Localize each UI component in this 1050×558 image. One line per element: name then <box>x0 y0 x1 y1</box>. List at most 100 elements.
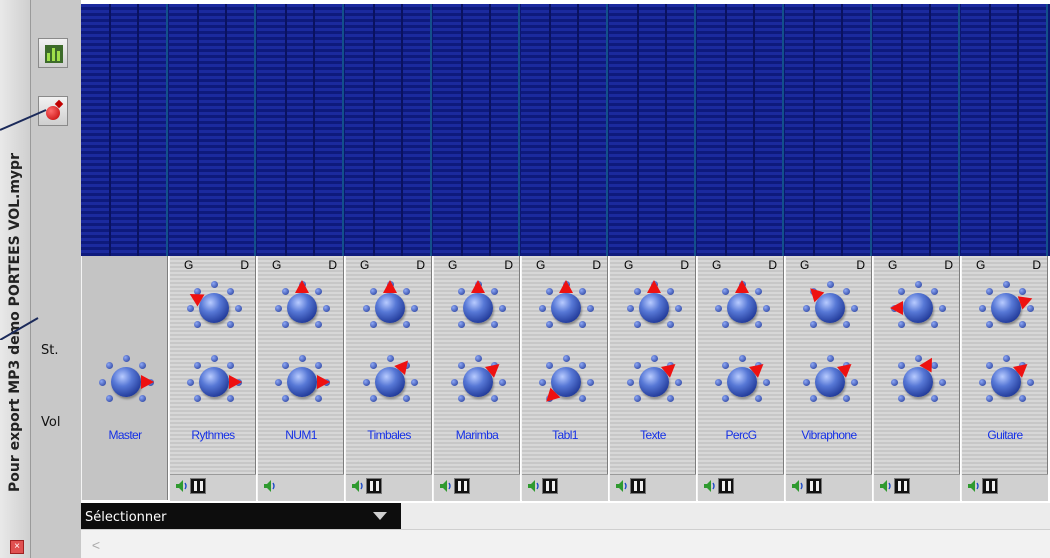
vu-meter <box>785 4 872 256</box>
volume-knob[interactable] <box>536 352 596 412</box>
channel-controls <box>434 474 520 501</box>
track-selector[interactable]: Sélectionner <box>81 503 401 529</box>
chevron-down-icon[interactable] <box>373 512 387 520</box>
pan-right-label: D <box>1032 258 1041 272</box>
volume-knob[interactable] <box>800 352 860 412</box>
pan-knob[interactable] <box>360 278 420 338</box>
pan-left-label: G <box>712 258 722 272</box>
pan-knob[interactable] <box>800 278 860 338</box>
channel-name[interactable]: Vibraphone <box>786 428 872 442</box>
vu-meter-panel <box>81 4 1050 256</box>
pan-right-label: D <box>680 258 689 272</box>
window-titlebar[interactable]: Pour export MP3 demo PORTEES VOL.mypr × <box>0 0 31 558</box>
pan-knob[interactable] <box>272 278 332 338</box>
pan-knob[interactable] <box>624 278 684 338</box>
pan-left-label: G <box>888 258 898 272</box>
vu-meter <box>609 4 696 256</box>
knob-pointer-icon <box>735 280 749 293</box>
horizontal-scrollbar[interactable]: < <box>81 529 1050 558</box>
knob-pointer-icon <box>229 375 242 389</box>
keyboard-icon[interactable] <box>190 478 206 494</box>
channel-name[interactable]: Timbales <box>346 428 432 442</box>
volume-knob[interactable] <box>448 352 508 412</box>
pan-right-label: D <box>504 258 513 272</box>
pan-right-label: D <box>944 258 953 272</box>
speaker-icon[interactable] <box>527 479 541 493</box>
channel-strip: G D Tabl1 <box>521 256 608 501</box>
mixer-meter-button[interactable] <box>38 38 68 68</box>
selector-track-area <box>401 503 1050 530</box>
keyboard-icon[interactable] <box>366 478 382 494</box>
pan-knob[interactable] <box>184 278 244 338</box>
record-button[interactable] <box>38 96 68 126</box>
vu-meter <box>697 4 784 256</box>
keyboard-icon[interactable] <box>454 478 470 494</box>
channel-controls <box>610 474 696 501</box>
channel-controls <box>258 474 344 501</box>
keyboard-icon[interactable] <box>894 478 910 494</box>
vu-meter <box>873 4 960 256</box>
channel-name[interactable]: NUM1 <box>258 428 344 442</box>
knob-pointer-icon <box>394 360 408 376</box>
pan-left-label: G <box>360 258 370 272</box>
speaker-icon[interactable] <box>439 479 453 493</box>
pan-right-label: D <box>416 258 425 272</box>
channel-strip: G D Texte <box>609 256 696 501</box>
channel-name[interactable]: Guitare <box>962 428 1048 442</box>
volume-knob[interactable] <box>624 352 684 412</box>
speaker-icon[interactable] <box>791 479 805 493</box>
pan-right-label: D <box>240 258 249 272</box>
speaker-icon[interactable] <box>263 479 277 493</box>
knob-pointer-icon <box>647 280 661 293</box>
speaker-icon[interactable] <box>351 479 365 493</box>
channel-name[interactable]: PercG <box>698 428 784 442</box>
keyboard-icon[interactable] <box>982 478 998 494</box>
volume-knob[interactable] <box>184 352 244 412</box>
vu-meter <box>521 4 608 256</box>
keyboard-icon[interactable] <box>806 478 822 494</box>
vu-meter <box>169 4 256 256</box>
speaker-icon[interactable] <box>879 479 893 493</box>
pan-right-label: D <box>856 258 865 272</box>
channel-name[interactable]: Master <box>82 428 168 442</box>
pan-left-label: G <box>272 258 282 272</box>
volume-knob[interactable] <box>888 352 948 412</box>
pan-knob[interactable] <box>712 278 772 338</box>
channel-strip: G D Guitare <box>961 256 1048 501</box>
pan-knob[interactable] <box>536 278 596 338</box>
pan-right-label: D <box>328 258 337 272</box>
speaker-icon[interactable] <box>615 479 629 493</box>
pan-knob[interactable] <box>888 278 948 338</box>
channel-name[interactable]: Rythmes <box>170 428 256 442</box>
speaker-icon[interactable] <box>703 479 717 493</box>
pan-right-label: D <box>592 258 601 272</box>
channel-name[interactable]: Tabl1 <box>522 428 608 442</box>
volume-knob[interactable] <box>272 352 332 412</box>
volume-knob[interactable] <box>712 352 772 412</box>
keyboard-icon[interactable] <box>542 478 558 494</box>
scroll-left-button[interactable]: < <box>85 534 107 556</box>
keyboard-icon[interactable] <box>630 478 646 494</box>
knob-pointer-icon <box>836 364 852 378</box>
channel-controls <box>874 474 960 501</box>
pan-knob[interactable] <box>448 278 508 338</box>
knob-pointer-icon <box>295 280 309 293</box>
channel-strip: G D PercG <box>697 256 784 501</box>
volume-knob[interactable] <box>976 352 1036 412</box>
knob-pointer-icon <box>1012 364 1028 378</box>
channel-name[interactable]: Marimba <box>434 428 520 442</box>
speaker-icon[interactable] <box>967 479 981 493</box>
tool-column: St. Vol <box>31 0 81 558</box>
channel-strip: G D Marimba <box>433 256 520 501</box>
speaker-icon[interactable] <box>175 479 189 493</box>
close-button[interactable]: × <box>10 540 24 554</box>
volume-knob[interactable] <box>96 352 156 412</box>
mixer-meter-icon <box>45 45 63 63</box>
volume-knob[interactable] <box>360 352 420 412</box>
keyboard-icon[interactable] <box>718 478 734 494</box>
knob-pointer-icon <box>919 357 932 373</box>
knob-pointer-icon <box>141 375 154 389</box>
pan-knob[interactable] <box>976 278 1036 338</box>
channel-name[interactable]: Texte <box>610 428 696 442</box>
knob-pointer-icon <box>660 364 676 378</box>
